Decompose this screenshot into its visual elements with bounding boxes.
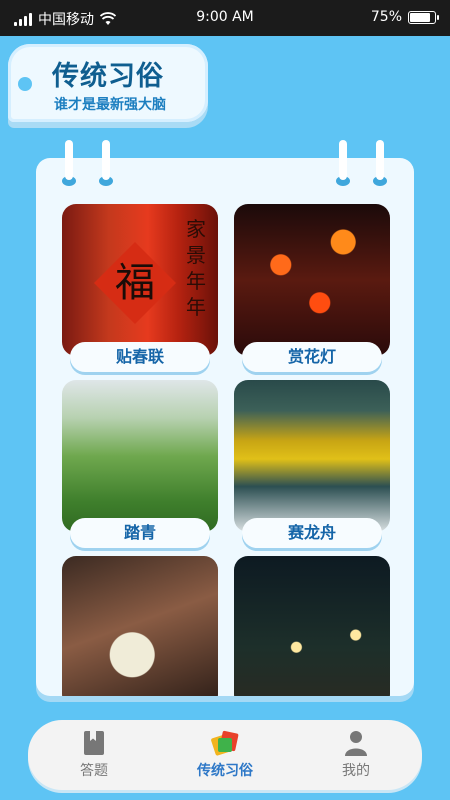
customs-board[interactable]: 福 家景年年 贴春联 赏花灯 踏青 赛龙舟 [36,158,414,696]
custom-item-couplet[interactable]: 福 家景年年 贴春联 [62,204,218,372]
custom-label: 贴春联 [70,342,210,372]
status-bar: 中国移动 9:00 AM 75% [0,0,450,36]
battery-percent: 75% [370,9,402,25]
tab-label: 传统习俗 [197,763,253,779]
custom-item-embroidery[interactable] [62,556,218,696]
binder-ring [61,140,77,184]
tab-label: 答题 [80,763,108,779]
battery-icon [408,10,439,24]
tab-customs[interactable]: 传统习俗 [175,728,275,780]
custom-item-dragon-boat[interactable]: 赛龙舟 [234,380,390,548]
tab-label: 我的 [342,763,370,779]
custom-label: 踏青 [70,518,210,548]
book-icon [84,731,104,755]
couplet-photo: 福 家景年年 [62,204,218,356]
custom-item-night-lanterns[interactable] [234,556,390,696]
binder-ring [335,140,351,184]
tab-quiz[interactable]: 答题 [44,728,144,780]
custom-label: 赛龙舟 [242,518,382,548]
page-title: 传统习俗 [52,61,164,92]
dragon-boat-photo [234,380,390,532]
couplet-text: 家景年年 [186,217,206,319]
night-lanterns-photo [234,556,390,696]
fu-character: 福 [115,260,155,306]
tab-profile[interactable]: 我的 [306,728,406,780]
binder-ring [372,140,388,184]
tag-hole [18,77,32,91]
spring-outing-photo [62,380,218,532]
custom-label: 赏花灯 [242,342,382,372]
custom-item-lantern[interactable]: 赏花灯 [234,204,390,372]
lantern-photo [234,204,390,356]
embroidery-photo [62,556,218,696]
custom-item-spring-outing[interactable]: 踏青 [62,380,218,548]
page-title-tag: 传统习俗 谁才是最新强大脑 [8,44,208,122]
bottom-nav: 答题 传统习俗 我的 [28,720,422,790]
customs-icon [211,730,239,756]
user-icon [345,731,367,756]
binder-ring [98,140,114,184]
page-subtitle: 谁才是最新强大脑 [54,97,166,113]
